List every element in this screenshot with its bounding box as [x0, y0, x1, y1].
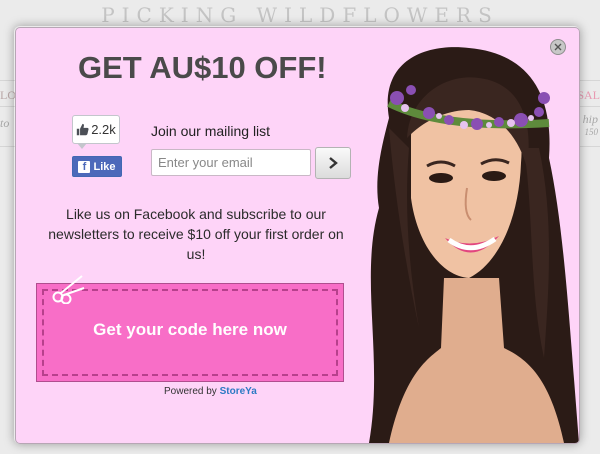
- thumbs-up-icon: [77, 123, 89, 136]
- facebook-f-icon: f: [78, 160, 91, 173]
- scissors-icon: [52, 275, 85, 304]
- promo-popup: GET AU$10 OFF! 2.2k f Like Join our mail…: [15, 27, 580, 444]
- facebook-like-count: 2.2k: [72, 115, 120, 149]
- site-promo-right: hip 150: [583, 112, 598, 137]
- site-promo-left: to: [0, 116, 10, 130]
- email-submit-button[interactable]: [315, 147, 351, 179]
- facebook-like-button[interactable]: f Like: [72, 156, 122, 177]
- powered-by-prefix: Powered by: [164, 386, 217, 397]
- site-promo-right-small: 150: [584, 127, 599, 137]
- powered-by: Powered by StoreYa: [164, 386, 257, 397]
- facebook-like-label: Like: [93, 160, 116, 173]
- site-nav-item-sale[interactable]: SAL: [577, 88, 600, 103]
- storeya-link[interactable]: StoreYa: [220, 386, 257, 397]
- get-code-label: Get your code here now: [93, 320, 287, 339]
- site-promo-right-text: hip: [582, 112, 598, 126]
- mailing-list-label: Join our mailing list: [151, 123, 271, 139]
- popup-headline: GET AU$10 OFF!: [78, 50, 327, 85]
- promo-description: Like us on Facebook and subscribe to our…: [48, 206, 344, 262]
- like-count-text: 2.2k: [91, 122, 116, 137]
- model-photo: [369, 47, 579, 443]
- email-input[interactable]: [151, 149, 311, 176]
- site-title: PICKING WILDFLOWERS: [101, 3, 499, 27]
- chevron-right-icon: [329, 157, 338, 169]
